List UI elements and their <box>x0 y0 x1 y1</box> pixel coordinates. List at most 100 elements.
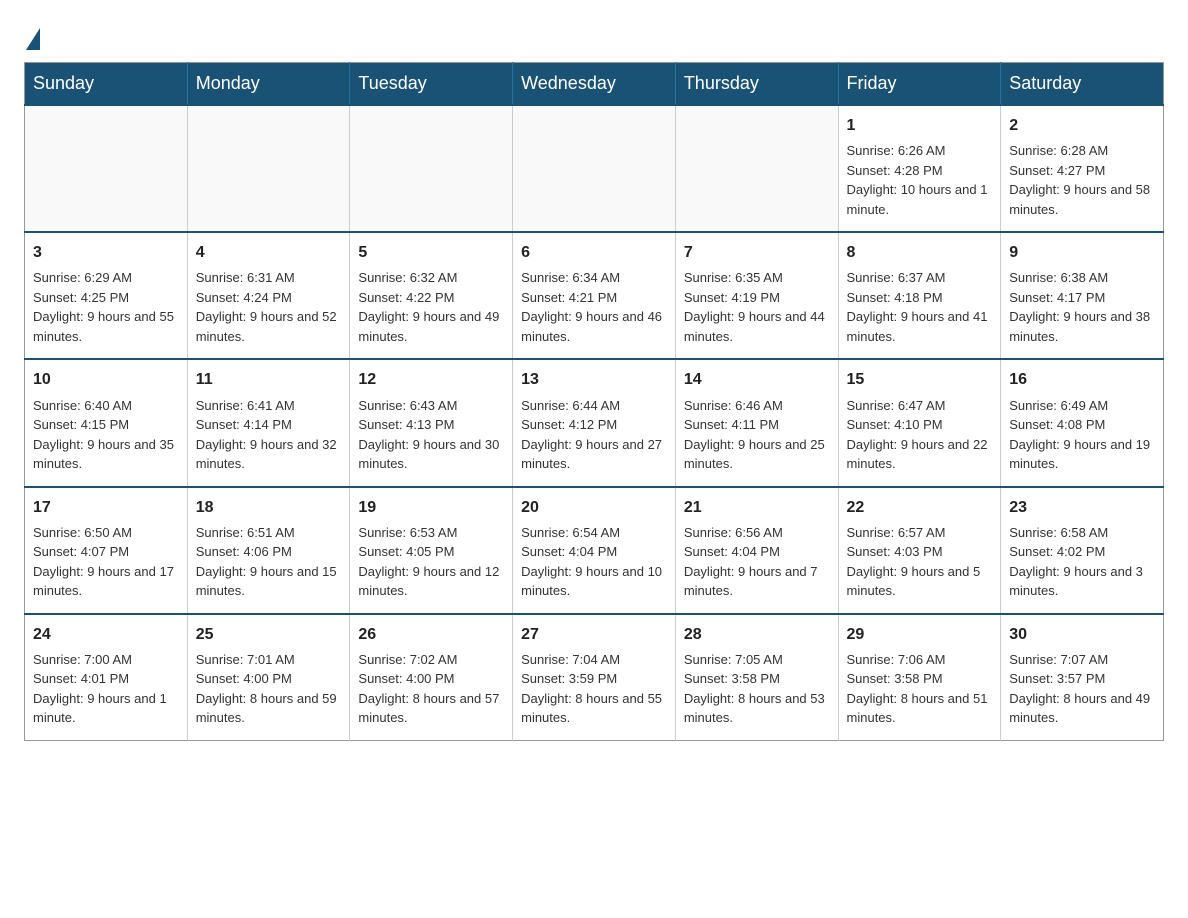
calendar-cell: 10 Sunrise: 6:40 AMSunset: 4:15 PMDayligh… <box>25 359 188 486</box>
calendar-week-2: 3 Sunrise: 6:29 AMSunset: 4:25 PMDaylight… <box>25 232 1164 359</box>
calendar-cell <box>187 105 350 232</box>
day-number: 13 <box>521 368 667 391</box>
logo-triangle-icon <box>26 28 40 50</box>
day-info: Sunrise: 6:53 AMSunset: 4:05 PMDaylight:… <box>358 523 504 601</box>
day-number: 24 <box>33 623 179 646</box>
calendar-header-row: SundayMondayTuesdayWednesdayThursdayFrid… <box>25 63 1164 106</box>
day-number: 28 <box>684 623 830 646</box>
calendar-cell: 1 Sunrise: 6:26 AMSunset: 4:28 PMDaylight… <box>838 105 1001 232</box>
day-number: 6 <box>521 241 667 264</box>
calendar-cell: 30 Sunrise: 7:07 AMSunset: 3:57 PMDayligh… <box>1001 614 1164 741</box>
calendar-week-5: 24 Sunrise: 7:00 AMSunset: 4:01 PMDayligh… <box>25 614 1164 741</box>
calendar-cell: 17 Sunrise: 6:50 AMSunset: 4:07 PMDayligh… <box>25 487 188 614</box>
day-info: Sunrise: 6:35 AMSunset: 4:19 PMDaylight:… <box>684 268 830 346</box>
column-header-monday: Monday <box>187 63 350 106</box>
day-number: 26 <box>358 623 504 646</box>
day-number: 9 <box>1009 241 1155 264</box>
day-number: 4 <box>196 241 342 264</box>
day-number: 30 <box>1009 623 1155 646</box>
day-info: Sunrise: 6:41 AMSunset: 4:14 PMDaylight:… <box>196 396 342 474</box>
day-info: Sunrise: 6:31 AMSunset: 4:24 PMDaylight:… <box>196 268 342 346</box>
calendar-cell: 12 Sunrise: 6:43 AMSunset: 4:13 PMDayligh… <box>350 359 513 486</box>
calendar-week-3: 10 Sunrise: 6:40 AMSunset: 4:15 PMDayligh… <box>25 359 1164 486</box>
day-info: Sunrise: 6:44 AMSunset: 4:12 PMDaylight:… <box>521 396 667 474</box>
page-header <box>24 24 1164 46</box>
day-info: Sunrise: 6:47 AMSunset: 4:10 PMDaylight:… <box>847 396 993 474</box>
day-number: 10 <box>33 368 179 391</box>
calendar-cell: 18 Sunrise: 6:51 AMSunset: 4:06 PMDayligh… <box>187 487 350 614</box>
day-info: Sunrise: 6:56 AMSunset: 4:04 PMDaylight:… <box>684 523 830 601</box>
day-info: Sunrise: 6:46 AMSunset: 4:11 PMDaylight:… <box>684 396 830 474</box>
calendar-week-4: 17 Sunrise: 6:50 AMSunset: 4:07 PMDayligh… <box>25 487 1164 614</box>
calendar-cell: 22Sunrise: 6:57 AMSunset: 4:03 PMDayligh… <box>838 487 1001 614</box>
day-info: Sunrise: 7:02 AMSunset: 4:00 PMDaylight:… <box>358 650 504 728</box>
calendar-cell: 15 Sunrise: 6:47 AMSunset: 4:10 PMDayligh… <box>838 359 1001 486</box>
day-number: 21 <box>684 496 830 519</box>
calendar-cell: 28 Sunrise: 7:05 AMSunset: 3:58 PMDayligh… <box>675 614 838 741</box>
day-number: 25 <box>196 623 342 646</box>
day-info: Sunrise: 7:00 AMSunset: 4:01 PMDaylight:… <box>33 650 179 728</box>
calendar-cell <box>513 105 676 232</box>
calendar-cell: 23Sunrise: 6:58 AMSunset: 4:02 PMDayligh… <box>1001 487 1164 614</box>
day-number: 16 <box>1009 368 1155 391</box>
day-number: 2 <box>1009 114 1155 137</box>
calendar-cell: 29 Sunrise: 7:06 AMSunset: 3:58 PMDayligh… <box>838 614 1001 741</box>
calendar-cell: 2 Sunrise: 6:28 AMSunset: 4:27 PMDaylight… <box>1001 105 1164 232</box>
day-info: Sunrise: 6:51 AMSunset: 4:06 PMDaylight:… <box>196 523 342 601</box>
day-info: Sunrise: 6:26 AMSunset: 4:28 PMDaylight:… <box>847 141 993 219</box>
day-number: 5 <box>358 241 504 264</box>
day-info: Sunrise: 6:29 AMSunset: 4:25 PMDaylight:… <box>33 268 179 346</box>
day-number: 15 <box>847 368 993 391</box>
column-header-saturday: Saturday <box>1001 63 1164 106</box>
column-header-wednesday: Wednesday <box>513 63 676 106</box>
day-info: Sunrise: 7:01 AMSunset: 4:00 PMDaylight:… <box>196 650 342 728</box>
calendar-cell: 7 Sunrise: 6:35 AMSunset: 4:19 PMDaylight… <box>675 232 838 359</box>
calendar-cell <box>25 105 188 232</box>
day-number: 11 <box>196 368 342 391</box>
day-info: Sunrise: 7:04 AMSunset: 3:59 PMDaylight:… <box>521 650 667 728</box>
calendar-cell: 16 Sunrise: 6:49 AMSunset: 4:08 PMDayligh… <box>1001 359 1164 486</box>
calendar-cell: 11 Sunrise: 6:41 AMSunset: 4:14 PMDayligh… <box>187 359 350 486</box>
calendar-cell: 3 Sunrise: 6:29 AMSunset: 4:25 PMDaylight… <box>25 232 188 359</box>
day-info: Sunrise: 6:49 AMSunset: 4:08 PMDaylight:… <box>1009 396 1155 474</box>
column-header-thursday: Thursday <box>675 63 838 106</box>
day-number: 12 <box>358 368 504 391</box>
day-info: Sunrise: 7:06 AMSunset: 3:58 PMDaylight:… <box>847 650 993 728</box>
day-number: 20 <box>521 496 667 519</box>
day-number: 27 <box>521 623 667 646</box>
day-number: 7 <box>684 241 830 264</box>
calendar-cell <box>675 105 838 232</box>
day-number: 18 <box>196 496 342 519</box>
calendar-cell: 14 Sunrise: 6:46 AMSunset: 4:11 PMDayligh… <box>675 359 838 486</box>
calendar-cell: 26 Sunrise: 7:02 AMSunset: 4:00 PMDayligh… <box>350 614 513 741</box>
day-number: 29 <box>847 623 993 646</box>
calendar-cell: 19 Sunrise: 6:53 AMSunset: 4:05 PMDayligh… <box>350 487 513 614</box>
column-header-friday: Friday <box>838 63 1001 106</box>
logo <box>24 24 40 46</box>
day-info: Sunrise: 7:05 AMSunset: 3:58 PMDaylight:… <box>684 650 830 728</box>
day-number: 3 <box>33 241 179 264</box>
day-info: Sunrise: 6:58 AMSunset: 4:02 PMDaylight:… <box>1009 523 1155 601</box>
column-header-tuesday: Tuesday <box>350 63 513 106</box>
day-info: Sunrise: 7:07 AMSunset: 3:57 PMDaylight:… <box>1009 650 1155 728</box>
day-number: 22 <box>847 496 993 519</box>
day-number: 14 <box>684 368 830 391</box>
calendar-cell <box>350 105 513 232</box>
calendar-cell: 27 Sunrise: 7:04 AMSunset: 3:59 PMDayligh… <box>513 614 676 741</box>
day-info: Sunrise: 6:28 AMSunset: 4:27 PMDaylight:… <box>1009 141 1155 219</box>
day-info: Sunrise: 6:38 AMSunset: 4:17 PMDaylight:… <box>1009 268 1155 346</box>
day-number: 1 <box>847 114 993 137</box>
day-info: Sunrise: 6:34 AMSunset: 4:21 PMDaylight:… <box>521 268 667 346</box>
day-info: Sunrise: 6:43 AMSunset: 4:13 PMDaylight:… <box>358 396 504 474</box>
day-number: 19 <box>358 496 504 519</box>
day-info: Sunrise: 6:32 AMSunset: 4:22 PMDaylight:… <box>358 268 504 346</box>
calendar-cell: 13 Sunrise: 6:44 AMSunset: 4:12 PMDayligh… <box>513 359 676 486</box>
calendar-cell: 5 Sunrise: 6:32 AMSunset: 4:22 PMDaylight… <box>350 232 513 359</box>
day-info: Sunrise: 6:50 AMSunset: 4:07 PMDaylight:… <box>33 523 179 601</box>
day-number: 17 <box>33 496 179 519</box>
calendar-cell: 8Sunrise: 6:37 AMSunset: 4:18 PMDaylight… <box>838 232 1001 359</box>
calendar-cell: 25 Sunrise: 7:01 AMSunset: 4:00 PMDayligh… <box>187 614 350 741</box>
calendar-table: SundayMondayTuesdayWednesdayThursdayFrid… <box>24 62 1164 741</box>
calendar-cell: 9 Sunrise: 6:38 AMSunset: 4:17 PMDaylight… <box>1001 232 1164 359</box>
day-info: Sunrise: 6:40 AMSunset: 4:15 PMDaylight:… <box>33 396 179 474</box>
